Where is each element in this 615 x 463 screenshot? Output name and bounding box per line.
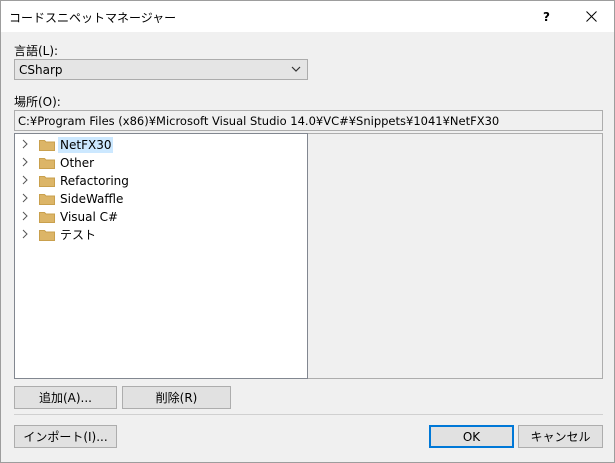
chevron-right-icon[interactable] [20,210,30,222]
tree-item-label: Visual C# [60,210,119,224]
location-path-value: C:¥Program Files (x86)¥Microsoft Visual … [18,114,500,128]
language-label: 言語(L): [14,44,59,58]
cancel-button[interactable]: キャンセル [518,425,603,448]
folder-icon [39,194,55,205]
tree-item-netfx30[interactable]: NetFX30 [15,136,295,154]
title-bar: コードスニペットマネージャー ? [1,1,614,32]
help-icon: ? [543,9,550,24]
language-select-value: CSharp [19,63,63,77]
snippet-description-pane [308,133,603,379]
chevron-down-icon [291,66,301,72]
window-title: コードスニペットマネージャー [9,11,177,25]
folder-icon [39,230,55,241]
location-path-field[interactable]: C:¥Program Files (x86)¥Microsoft Visual … [14,110,603,131]
divider [14,414,603,415]
location-label: 場所(O): [14,95,61,109]
tree-item-label: NetFX30 [58,137,114,153]
folder-icon [39,176,55,187]
tree-item-visual-csharp[interactable]: Visual C# [15,208,295,226]
tree-item-label: Refactoring [60,174,129,188]
ok-button[interactable]: OK [429,425,514,448]
snippet-manager-dialog: コードスニペットマネージャー ? 言語(L): CSharp 場所(O): C:… [0,0,615,463]
import-button[interactable]: インポート(I)... [14,425,117,448]
add-button[interactable]: 追加(A)... [14,386,117,409]
tree-item-label: Other [60,156,95,170]
tree-item-other[interactable]: Other [15,154,295,172]
tree-item-test[interactable]: テスト [15,226,295,244]
folder-icon [39,212,55,223]
chevron-right-icon[interactable] [20,174,30,186]
language-select[interactable]: CSharp [14,59,308,80]
snippet-folder-tree[interactable]: NetFX30 Other Refactoring SideWaffle Vis… [14,133,308,379]
chevron-right-icon[interactable] [20,156,30,168]
chevron-right-icon[interactable] [20,138,30,150]
close-button[interactable] [569,1,614,32]
chevron-right-icon[interactable] [20,192,30,204]
tree-item-refactoring[interactable]: Refactoring [15,172,295,190]
close-icon [586,11,597,22]
folder-icon [39,158,55,169]
tree-item-sidewaffle[interactable]: SideWaffle [15,190,295,208]
remove-button[interactable]: 削除(R) [122,386,231,409]
tree-item-label: テスト [60,228,97,242]
folder-icon [39,140,55,151]
tree-item-label: SideWaffle [60,192,124,206]
help-button[interactable]: ? [524,1,569,32]
chevron-right-icon[interactable] [20,228,30,240]
